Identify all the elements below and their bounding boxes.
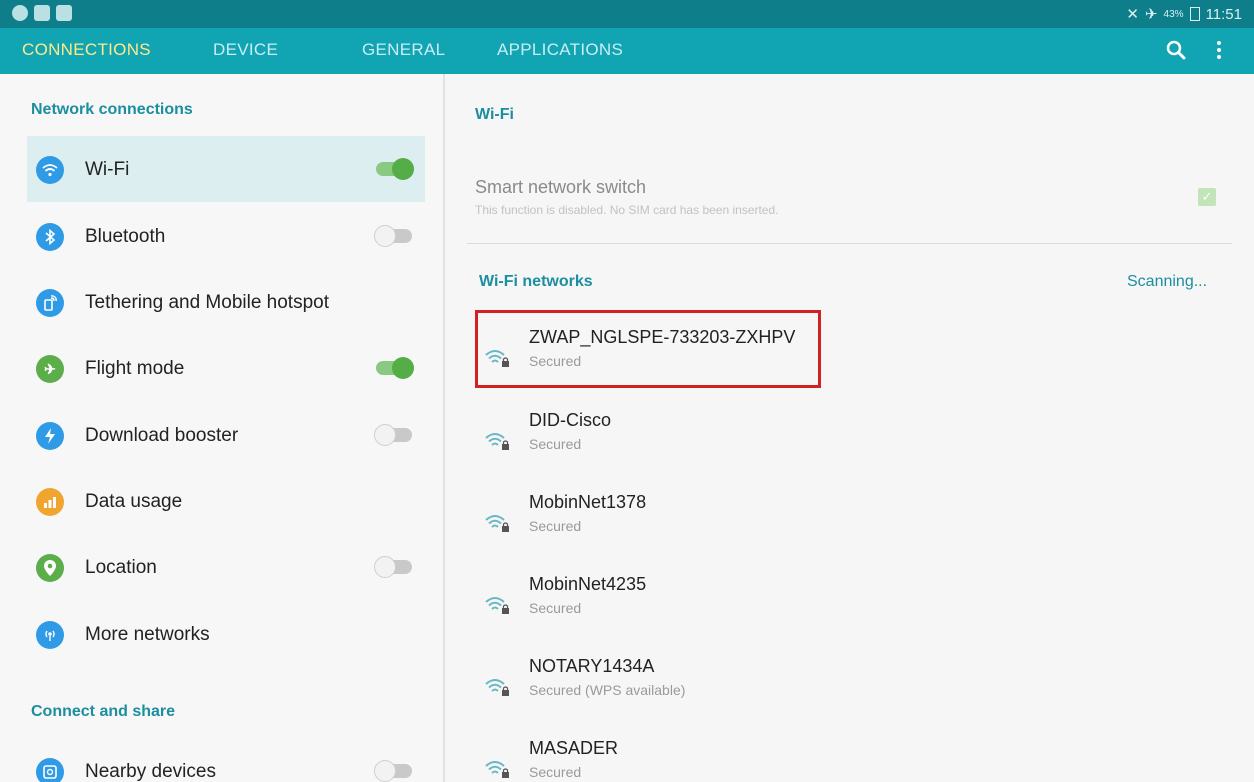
status-bar: ✕ ✈ 43% 11:51 — [0, 0, 1254, 28]
tab-bar: CONNECTIONS DEVICE GENERAL APPLICATIONS — [0, 28, 1254, 74]
nearby-devices-toggle[interactable] — [374, 760, 412, 782]
nearby-devices-icon — [36, 758, 64, 782]
section-connect-and-share: Connect and share — [31, 703, 176, 720]
wifi-panel: Wi-Fi Smart network switch This function… — [445, 74, 1254, 782]
data-usage-icon — [36, 488, 64, 516]
menu-item-download-booster[interactable]: Download booster — [27, 402, 425, 468]
bluetooth-icon — [36, 223, 64, 251]
sd-card-icon — [56, 5, 72, 21]
menu-item-wifi[interactable]: Wi-Fi — [27, 136, 425, 202]
network-name: MobinNet1378 — [529, 492, 647, 512]
bluetooth-toggle[interactable] — [374, 225, 412, 247]
network-item[interactable]: MobinNet4235 Secured — [475, 574, 1075, 644]
wifi-secured-icon — [485, 515, 509, 532]
menu-label-location: Location — [85, 557, 157, 578]
menu-label-data-usage: Data usage — [85, 491, 183, 512]
menu-item-nearby-devices[interactable]: Nearby devices — [27, 738, 425, 782]
tab-device[interactable]: DEVICE — [213, 40, 278, 60]
section-network-connections: Network connections — [31, 101, 193, 118]
smart-switch-checkbox[interactable]: ✓ — [1198, 188, 1216, 206]
network-status: Secured — [529, 518, 582, 534]
network-item[interactable]: NOTARY1434A Secured (WPS available) — [475, 656, 1075, 726]
panel-title: Wi-Fi — [475, 106, 514, 123]
wifi-secured-icon — [485, 679, 509, 696]
menu-item-tethering[interactable]: Tethering and Mobile hotspot — [27, 269, 425, 335]
menu-item-bluetooth[interactable]: Bluetooth — [27, 203, 425, 269]
clock: 11:51 — [1205, 5, 1242, 23]
search-icon[interactable] — [1164, 38, 1188, 62]
network-item[interactable]: MASADER Secured — [475, 738, 1075, 782]
lightning-icon — [36, 422, 64, 450]
settings-screen: ✕ ✈ 43% 11:51 CONNECTIONS DEVICE GENERAL… — [0, 0, 1254, 782]
menu-label-more-networks: More networks — [85, 624, 210, 645]
flight-mode-toggle[interactable] — [376, 357, 414, 379]
network-item[interactable]: MobinNet1378 Secured — [475, 492, 1075, 562]
network-name: MobinNet4235 — [529, 574, 647, 594]
image-notification-icon — [34, 5, 50, 21]
tab-applications[interactable]: APPLICATIONS — [497, 40, 623, 60]
notification-icon — [12, 5, 28, 21]
more-networks-icon — [36, 621, 64, 649]
location-icon — [36, 554, 64, 582]
battery-percent: 43% — [1163, 8, 1184, 20]
download-booster-toggle[interactable] — [374, 424, 412, 446]
wifi-icon — [36, 156, 64, 184]
wifi-secured-icon — [485, 761, 509, 778]
menu-label-flight-mode: Flight mode — [85, 358, 185, 379]
tab-general[interactable]: GENERAL — [362, 40, 445, 60]
tab-connections[interactable]: CONNECTIONS — [22, 40, 151, 60]
smart-switch-description: This function is disabled. No SIM card h… — [475, 203, 779, 217]
menu-item-flight-mode[interactable]: ✈ Flight mode — [27, 335, 425, 401]
menu-label-nearby-devices: Nearby devices — [85, 761, 216, 782]
network-status: Secured — [529, 436, 582, 452]
scanning-status: Scanning... — [1127, 273, 1208, 290]
location-toggle[interactable] — [374, 556, 412, 578]
highlight-box — [475, 310, 821, 388]
network-status: Secured — [529, 764, 582, 780]
more-options-icon[interactable] — [1210, 38, 1226, 62]
airplane-status-icon: ✈ — [1144, 6, 1158, 23]
smart-switch-title: Smart network switch — [475, 177, 647, 197]
mute-icon: ✕ — [1126, 6, 1139, 23]
wifi-networks-header: Wi-Fi networks — [479, 273, 593, 290]
menu-label-bluetooth: Bluetooth — [85, 226, 166, 247]
hotspot-icon — [36, 289, 64, 317]
network-name: MASADER — [529, 738, 619, 758]
menu-label-download-booster: Download booster — [85, 425, 239, 446]
wifi-toggle[interactable] — [376, 158, 414, 180]
menu-item-more-networks[interactable]: More networks — [27, 601, 425, 667]
menu-item-location[interactable]: Location — [27, 534, 425, 600]
separator — [467, 243, 1232, 244]
menu-item-data-usage[interactable]: Data usage — [27, 468, 425, 534]
battery-icon — [1189, 7, 1200, 21]
network-name: NOTARY1434A — [529, 656, 655, 676]
network-status: Secured (WPS available) — [529, 682, 686, 698]
network-status: Secured — [529, 600, 582, 616]
wifi-secured-icon — [485, 433, 509, 450]
network-item[interactable]: DID-Cisco Secured — [475, 410, 1075, 480]
wifi-secured-icon — [485, 597, 509, 614]
menu-label-wifi: Wi-Fi — [85, 159, 130, 180]
airplane-icon: ✈ — [36, 355, 64, 383]
connections-list: Network connections Wi-Fi Bluetooth Teth… — [0, 74, 443, 782]
network-name: DID-Cisco — [529, 410, 612, 430]
menu-label-tethering: Tethering and Mobile hotspot — [85, 292, 329, 313]
